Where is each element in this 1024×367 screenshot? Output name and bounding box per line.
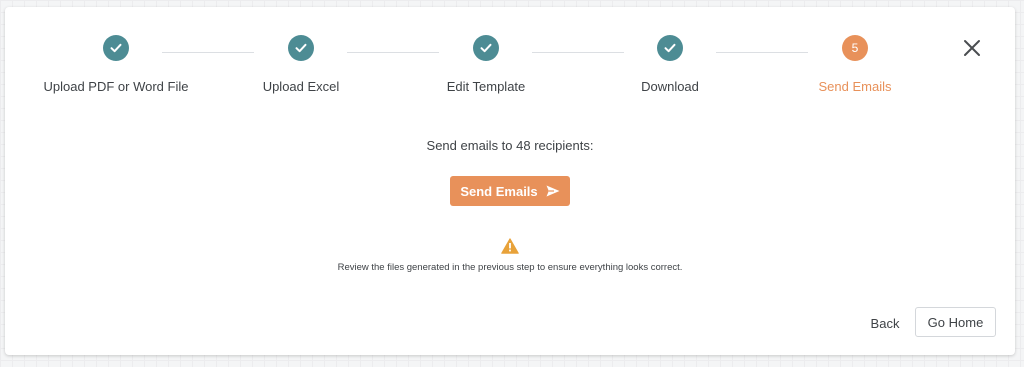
- check-icon: [664, 43, 676, 53]
- step-1-check-circle: [103, 35, 129, 61]
- send-emails-button-label: Send Emails: [460, 183, 538, 199]
- step-2-check-circle: [288, 35, 314, 61]
- wizard-card: Upload PDF or Word File Upload Excel Edi…: [5, 7, 1015, 355]
- step-label-download: Download: [641, 79, 699, 94]
- step-connector: [347, 52, 439, 53]
- back-button[interactable]: Back: [860, 308, 910, 338]
- step-label-upload-pdf: Upload PDF or Word File: [43, 79, 189, 94]
- review-notice: Review the files generated in the previo…: [337, 262, 683, 273]
- stepper: Upload PDF or Word File Upload Excel Edi…: [5, 7, 1015, 107]
- step-3-check-circle: [473, 35, 499, 61]
- check-icon: [295, 43, 307, 53]
- step-connector: [532, 52, 624, 53]
- step-connector: [716, 52, 808, 53]
- go-home-button[interactable]: Go Home: [915, 307, 996, 337]
- step-5-number: 5: [851, 41, 859, 55]
- send-icon: [546, 185, 560, 197]
- close-icon: [964, 40, 980, 56]
- step-connector: [162, 52, 254, 53]
- recipients-text: Send emails to 48 recipients:: [426, 138, 594, 153]
- step-label-edit-template: Edit Template: [446, 79, 526, 94]
- step-label-send-emails: Send Emails: [818, 79, 892, 94]
- close-button[interactable]: [960, 36, 984, 60]
- step-5-number-circle: 5: [842, 35, 868, 61]
- warning-icon: [501, 238, 519, 254]
- step-4-check-circle: [657, 35, 683, 61]
- step-label-upload-excel: Upload Excel: [262, 79, 340, 94]
- check-icon: [110, 43, 122, 53]
- send-emails-button[interactable]: Send Emails: [450, 176, 570, 206]
- check-icon: [480, 43, 492, 53]
